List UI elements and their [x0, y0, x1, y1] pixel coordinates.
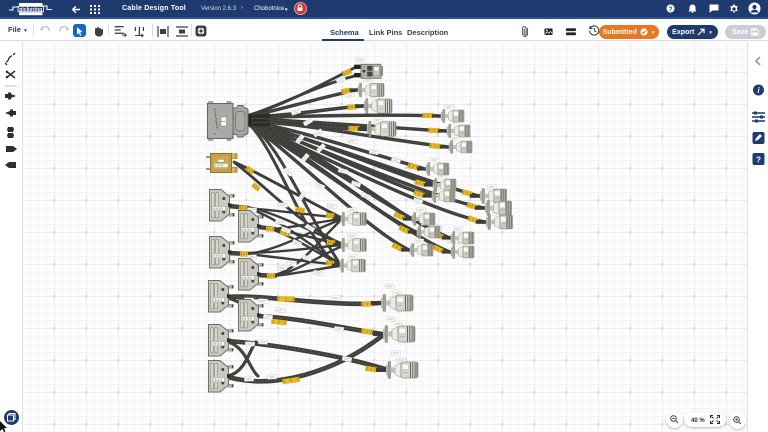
svg-text:40 %: 40 %	[691, 418, 705, 424]
svg-text:?: ?	[756, 155, 761, 165]
svg-text:?: ?	[669, 6, 673, 13]
svg-text:pickering: pickering	[19, 7, 42, 13]
